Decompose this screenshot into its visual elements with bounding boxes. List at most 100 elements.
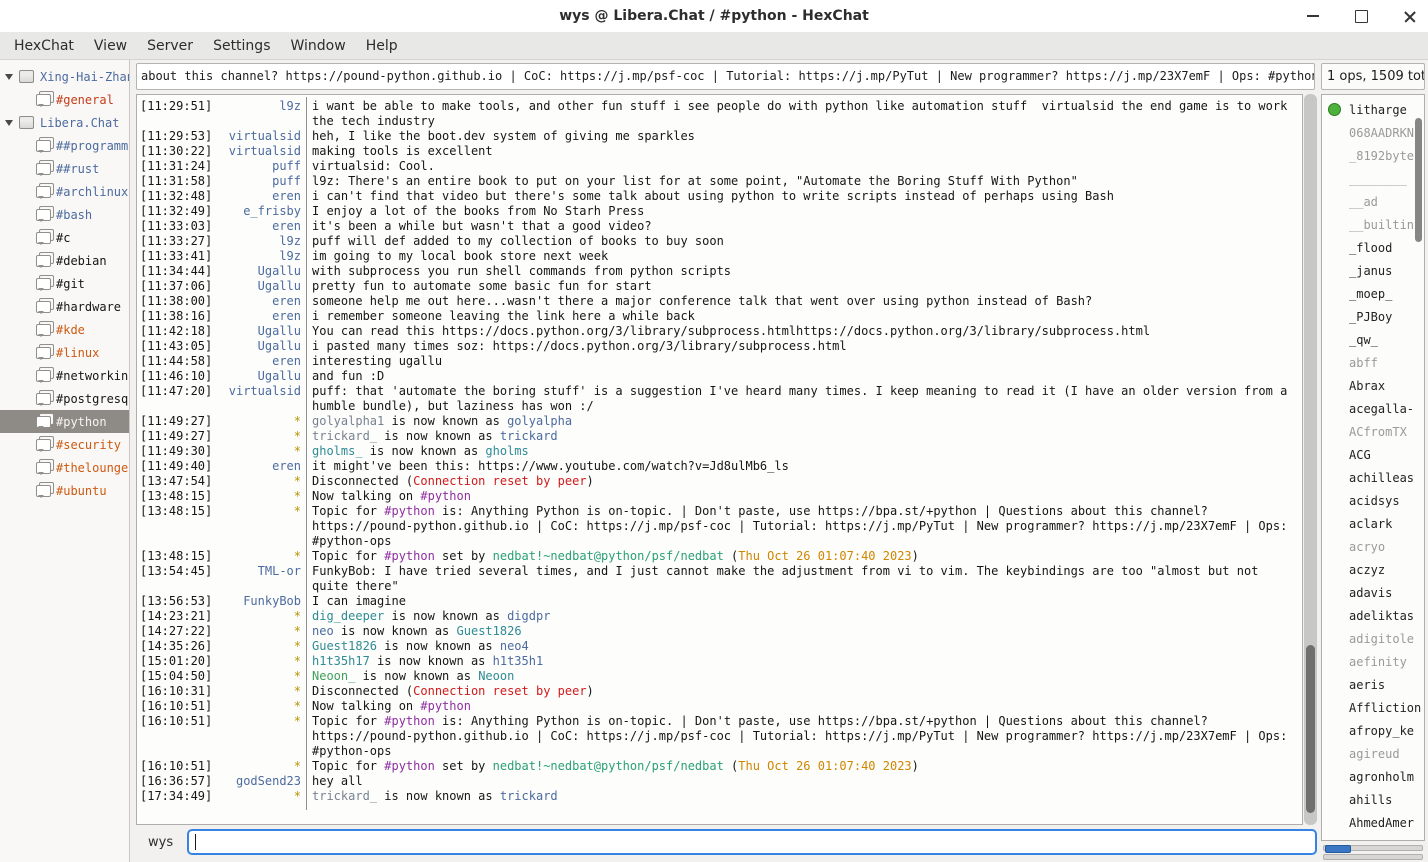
user-row[interactable]: Abrax bbox=[1322, 374, 1424, 397]
window-controls bbox=[1300, 0, 1422, 32]
user-row[interactable]: acegalla- bbox=[1322, 397, 1424, 420]
nick: Ugallu bbox=[258, 369, 301, 384]
tree-channel-general[interactable]: #general bbox=[0, 88, 129, 111]
user-row[interactable]: adigitole bbox=[1322, 627, 1424, 650]
tree-channel-security[interactable]: #security bbox=[0, 433, 129, 456]
tree-channel-archlinux[interactable]: #archlinux bbox=[0, 180, 129, 203]
user-row[interactable]: aeris bbox=[1322, 673, 1424, 696]
user-row[interactable]: AhmedAmer bbox=[1322, 811, 1424, 834]
message-segment: Thu Oct 26 01:07:40 2023 bbox=[738, 549, 911, 563]
own-nick-button[interactable]: wys bbox=[148, 835, 173, 850]
user-row[interactable]: abff bbox=[1322, 351, 1424, 374]
tree-channel-postgresql[interactable]: #postgresql bbox=[0, 387, 129, 410]
tree-channel-kde[interactable]: #kde bbox=[0, 318, 129, 341]
op-status-slot bbox=[1328, 172, 1341, 185]
tree-channel-rust[interactable]: ##rust bbox=[0, 157, 129, 180]
user-row[interactable]: ACG bbox=[1322, 443, 1424, 466]
user-row[interactable]: _qw_ bbox=[1322, 328, 1424, 351]
chat-line-gutter: [11:37:06]Ugallu bbox=[140, 279, 306, 294]
user-list-panel: litharge 068AADRKN _8192byte ________ __ad__… bbox=[1321, 94, 1425, 841]
menu-item-view[interactable]: View bbox=[84, 32, 137, 60]
user-row[interactable]: __builtin bbox=[1322, 213, 1424, 236]
chat-scrollbar[interactable] bbox=[1304, 94, 1317, 825]
message-segment: and fun :D bbox=[312, 369, 384, 383]
chat-scrollbar-thumb[interactable] bbox=[1306, 645, 1315, 813]
user-row[interactable]: agronholm bbox=[1322, 765, 1424, 788]
user-row[interactable]: adeliktas bbox=[1322, 604, 1424, 627]
chat-line-gutter: [11:31:58]puff bbox=[140, 174, 306, 189]
user-row[interactable]: _janus bbox=[1322, 259, 1424, 282]
tree-channel-ubuntu[interactable]: #ubuntu bbox=[0, 479, 129, 502]
userlist-scrollbar[interactable] bbox=[1414, 96, 1423, 839]
chat-line-gutter: [14:35:26]* bbox=[140, 639, 306, 654]
user-row[interactable]: aczyz bbox=[1322, 558, 1424, 581]
nick: eren bbox=[272, 294, 301, 309]
user-nick: ACfromTX bbox=[1349, 425, 1407, 439]
nick: * bbox=[294, 609, 301, 624]
user-row[interactable]: ACfromTX bbox=[1322, 420, 1424, 443]
minimize-button[interactable] bbox=[1300, 3, 1326, 29]
tree-channel-python[interactable]: #python bbox=[0, 410, 129, 433]
message-segment: ) bbox=[587, 474, 594, 488]
expander-icon[interactable] bbox=[5, 120, 13, 126]
user-row[interactable]: ahills bbox=[1322, 788, 1424, 811]
op-status-slot bbox=[1328, 816, 1341, 829]
user-row[interactable]: aefinity bbox=[1322, 650, 1424, 673]
user-row[interactable]: 068AADRKN bbox=[1322, 121, 1424, 144]
tree-channel-linux[interactable]: #linux bbox=[0, 341, 129, 364]
user-row[interactable]: _moep_ bbox=[1322, 282, 1424, 305]
tree-channel-debian[interactable]: #debian bbox=[0, 249, 129, 272]
chat-line-gutter: [13:47:54]* bbox=[140, 474, 306, 489]
user-row[interactable]: agireud bbox=[1322, 742, 1424, 765]
tree-channel-c[interactable]: #c bbox=[0, 226, 129, 249]
userlist-scrollbar-thumb[interactable] bbox=[1415, 118, 1422, 242]
tree-channel-git[interactable]: #git bbox=[0, 272, 129, 295]
message-segment: is now known as bbox=[377, 429, 500, 443]
maximize-button[interactable] bbox=[1348, 3, 1374, 29]
user-row[interactable]: afropy_ke bbox=[1322, 719, 1424, 742]
chat-line-gutter: [11:43:05]Ugallu bbox=[140, 339, 306, 354]
user-row[interactable]: achilleas bbox=[1322, 466, 1424, 489]
user-row[interactable]: Affliction bbox=[1322, 696, 1424, 719]
timestamp: [14:35:26] bbox=[140, 639, 212, 654]
nick: eren bbox=[272, 219, 301, 234]
user-row[interactable]: ________ bbox=[1322, 167, 1424, 190]
menu-item-window[interactable]: Window bbox=[280, 32, 355, 60]
user-nick: 068AADRKN bbox=[1349, 126, 1414, 140]
user-row[interactable]: acryo bbox=[1322, 535, 1424, 558]
throttle-meter bbox=[1323, 854, 1423, 860]
tree-channel-networking[interactable]: #networking bbox=[0, 364, 129, 387]
tree-channel-bash[interactable]: #bash bbox=[0, 203, 129, 226]
channel-icon bbox=[36, 416, 51, 428]
user-nick: adavis bbox=[1349, 586, 1392, 600]
menu-item-help[interactable]: Help bbox=[356, 32, 408, 60]
user-row[interactable]: _8192byte bbox=[1322, 144, 1424, 167]
message-segment: h1t35h17 bbox=[312, 654, 370, 668]
menu-item-hexchat[interactable]: HexChat bbox=[4, 32, 84, 60]
message-segment: h1t35h1 bbox=[493, 654, 544, 668]
expander-icon[interactable] bbox=[5, 74, 13, 80]
user-row[interactable]: _flood bbox=[1322, 236, 1424, 259]
user-row[interactable]: acidsys bbox=[1322, 489, 1424, 512]
message-segment: You can read this https://docs.python.or… bbox=[312, 324, 1150, 338]
user-row[interactable]: adavis bbox=[1322, 581, 1424, 604]
topic-input[interactable]: about this channel? https://pound-python… bbox=[136, 63, 1315, 90]
message-text: interesting ugallu bbox=[306, 354, 1300, 369]
tree-channel-thelounge[interactable]: #thelounge bbox=[0, 456, 129, 479]
tree-server-Libera.Chat[interactable]: Libera.Chat bbox=[0, 111, 129, 134]
tree-channel-programming[interactable]: ##programming bbox=[0, 134, 129, 157]
tree-channel-hardware[interactable]: #hardware bbox=[0, 295, 129, 318]
user-row[interactable]: aclark bbox=[1322, 512, 1424, 535]
user-nick: ________ bbox=[1349, 172, 1407, 186]
user-row[interactable]: litharge bbox=[1322, 98, 1424, 121]
message-segment: is now known as bbox=[363, 444, 486, 458]
user-row[interactable]: __ad bbox=[1322, 190, 1424, 213]
timestamp: [16:10:51] bbox=[140, 699, 212, 714]
close-button[interactable] bbox=[1396, 3, 1422, 29]
message-input[interactable] bbox=[187, 829, 1317, 855]
menu-item-settings[interactable]: Settings bbox=[203, 32, 280, 60]
menu-item-server[interactable]: Server bbox=[137, 32, 203, 60]
tree-server-Xing-Hai-Zhan[interactable]: Xing-Hai-Zhan bbox=[0, 65, 129, 88]
chat-line: [11:32:48]ereni can't find that video bu… bbox=[140, 189, 1300, 204]
user-row[interactable]: _PJBoy bbox=[1322, 305, 1424, 328]
